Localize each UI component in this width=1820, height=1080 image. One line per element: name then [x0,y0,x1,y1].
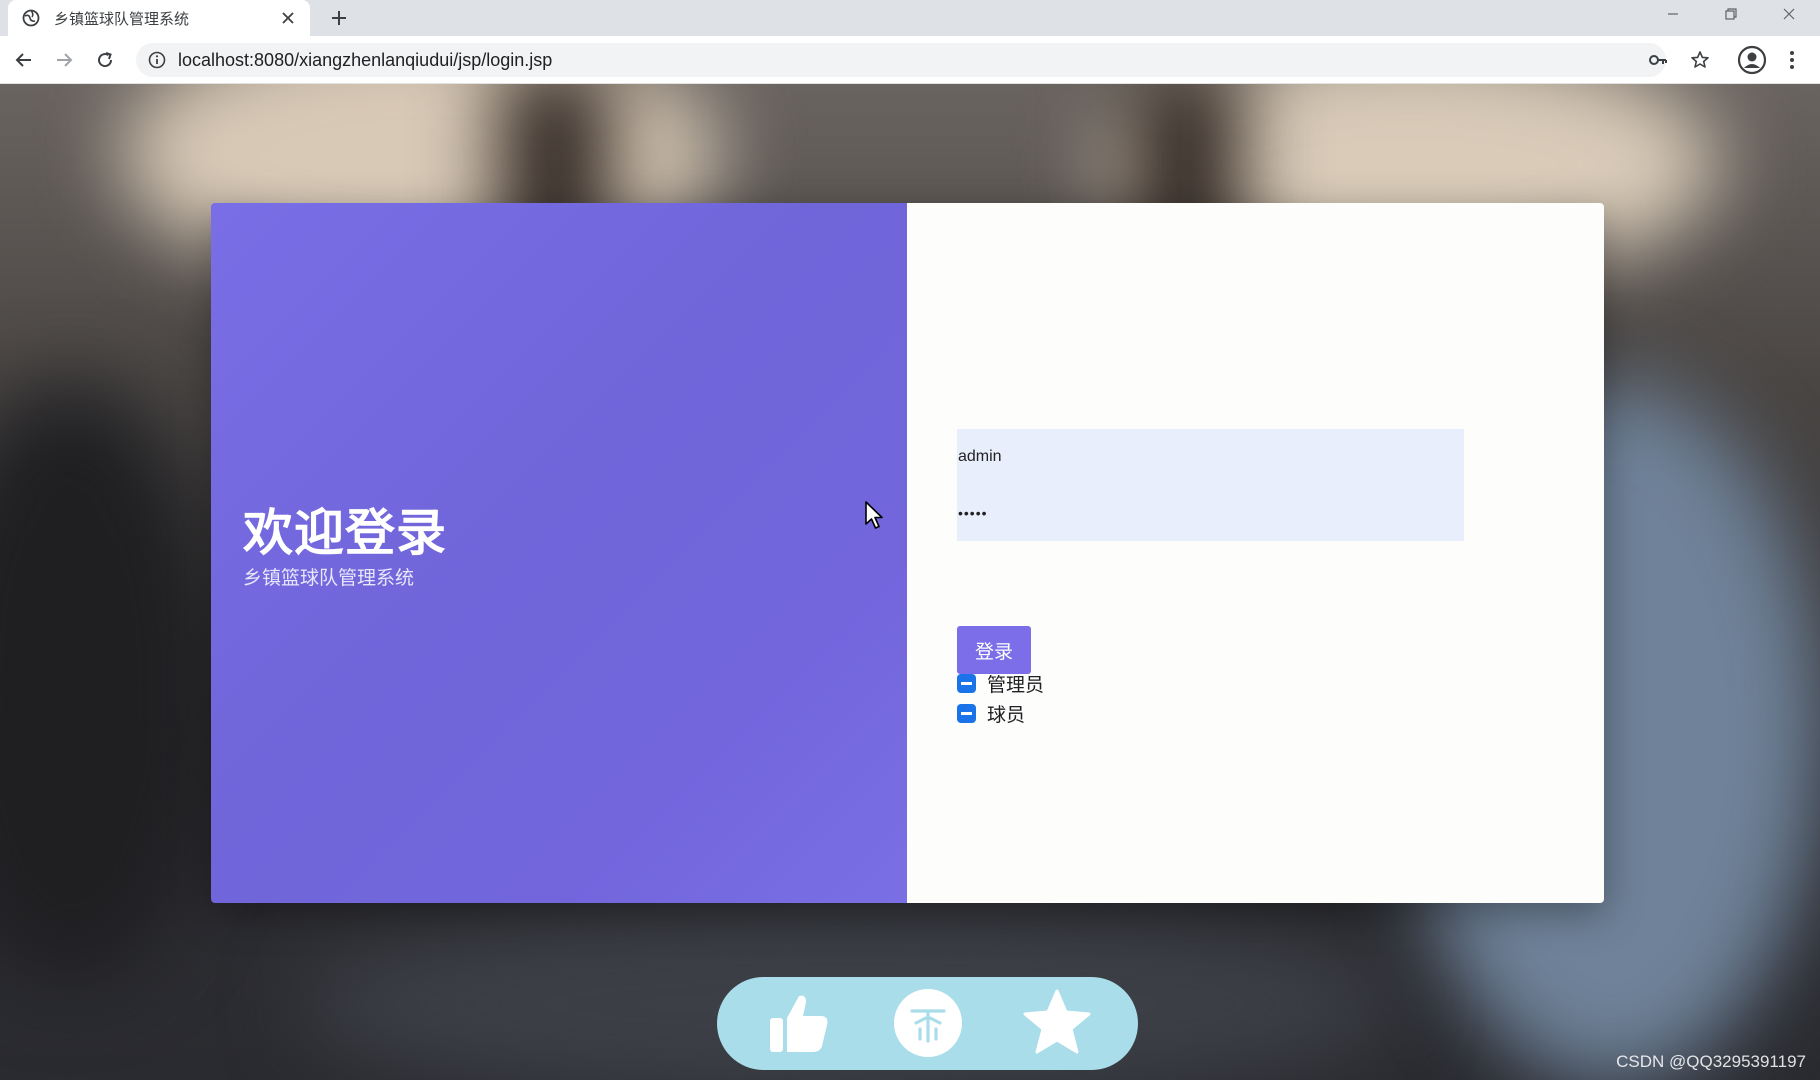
menu-dots-icon[interactable] [1780,48,1804,72]
key-icon[interactable] [1646,48,1670,72]
info-icon[interactable] [148,51,166,69]
role-option-player[interactable]: 球员 [957,700,1025,726]
restore-icon[interactable] [1702,0,1760,28]
login-button[interactable]: 登录 [957,626,1031,674]
url-text: localhost:8080/xiangzhenlanqiudui/jsp/lo… [178,49,553,70]
login-form-panel: 管理员 球员 登录 [907,203,1604,903]
globe-icon [22,9,40,27]
credentials-box [957,429,1464,541]
bookmark-star-icon[interactable] [1688,48,1712,72]
checkbox-indeterminate-icon[interactable] [957,703,976,723]
page-viewport: 欢迎登录 乡镇篮球队管理系统 管理员 球员 登录 [0,84,1820,1080]
login-card: 欢迎登录 乡镇篮球队管理系统 管理员 球员 登录 [211,203,1604,903]
welcome-subtitle: 乡镇篮球队管理系统 [243,567,415,589]
back-arrow-icon[interactable] [10,46,38,74]
browser-tabstrip: 乡镇篮球队管理系统 [0,0,1820,36]
profile-avatar-icon[interactable] [1737,45,1767,75]
reload-icon[interactable] [91,46,119,74]
mouse-cursor-icon [865,501,883,529]
coin-icon[interactable] [892,987,964,1059]
watermark-text: CSDN @QQ3295391197 [1616,1052,1806,1071]
forward-arrow-icon[interactable] [50,46,78,74]
username-input[interactable] [957,443,1464,471]
window-close-icon[interactable] [1760,0,1818,28]
thumbs-up-icon[interactable] [763,987,835,1059]
browser-toolbar: localhost:8080/xiangzhenlanqiudui/jsp/lo… [0,36,1820,84]
star-icon[interactable] [1021,987,1093,1059]
tab-title: 乡镇篮球队管理系统 [54,9,190,28]
checkbox-indeterminate-icon[interactable] [957,673,976,693]
browser-tab[interactable]: 乡镇篮球队管理系统 [8,0,310,36]
background-blur [0,384,220,984]
password-input[interactable] [957,499,1464,527]
new-tab-icon[interactable] [326,5,352,31]
address-bar[interactable]: localhost:8080/xiangzhenlanqiudui/jsp/lo… [136,43,1666,77]
role-label: 球员 [987,703,1026,726]
tab-close-icon[interactable] [278,8,298,28]
action-bar [717,977,1138,1070]
welcome-title: 欢迎登录 [243,504,447,562]
minimize-icon[interactable] [1644,0,1702,28]
welcome-panel: 欢迎登录 乡镇篮球队管理系统 [211,203,907,903]
